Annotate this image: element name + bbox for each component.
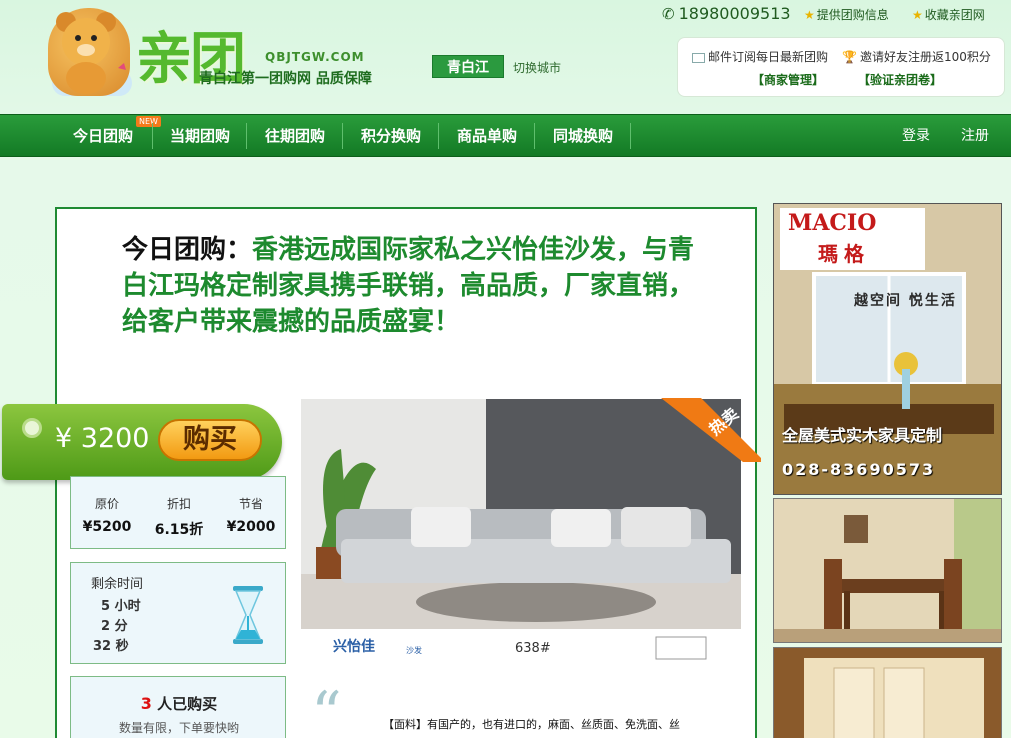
hot-sale-ribbon: 热卖 [661,398,761,462]
site-slogan: 青白江第一团购网 品质保障 [199,71,372,87]
quote-mark-icon: “ [311,679,342,738]
purchase-count: 3 人已购买 [71,693,287,714]
ad-wardrobe[interactable] [773,647,1002,738]
ad-phone: 028-83690573 [782,460,936,479]
merchant-admin-link[interactable]: 【商家管理】 [752,71,824,88]
remaining-seconds: 32 秒 [93,639,129,654]
saving-value: ¥2000 [226,519,276,535]
ad-brand-cn: 瑪格 [818,242,870,266]
buyer-count: 3 [140,694,152,713]
favorite-site-label: 收藏亲团网 [924,8,985,22]
discount-label: 折扣 [166,497,191,511]
ad-dining-room[interactable] [773,498,1002,643]
phone-number: 18980009513 [678,4,791,23]
buyer-count-label: 人已购买 [157,695,218,713]
verify-coupon-link[interactable]: 【验证亲团卷】 [858,71,942,88]
invite-link[interactable]: 🏆 邀请好友注册返100积分 [842,48,991,65]
register-link[interactable]: 注册 [961,115,989,157]
nav-current-deals[interactable]: 当期团购 [154,115,246,157]
switch-city-link[interactable]: 切换城市 [513,59,561,76]
logo-domain: QBJTGW.COM [265,50,365,64]
nav-points-exchange[interactable]: 积分换购 [344,115,438,157]
ad-brand-en: MACIO [788,210,877,236]
product-brand: 兴怡佳 [333,639,375,655]
nav-today-deal[interactable]: 今日团购 [58,115,148,157]
nav-divider [342,123,343,149]
subscribe-label: 邮件订阅每日最新团购 [708,50,829,64]
nav-divider [152,123,153,149]
saving-label: 节省 [238,497,263,511]
deal-title-lead: 今日团购： [122,235,253,265]
price-info-box: 原价 折扣 节省 ¥5200 6.15折 ¥2000 [70,476,286,549]
user-actions-box: 邮件订阅每日最新团购 🏆 邀请好友注册返100积分 【商家管理】 【验证亲团卷】 [677,37,1005,97]
logo-bear-mascot [48,8,130,96]
trophy-icon: 🏆 [842,50,857,64]
discount-value: 6.15折 [154,522,204,538]
mail-icon [692,52,705,63]
deal-price: ¥ 3200 [55,423,150,454]
favorite-site-link[interactable]: ★ 收藏亲团网 [912,6,985,23]
limited-notice: 数量有限，下单要快哟 [118,721,239,735]
provide-deal-label: 提供团购信息 [816,8,889,22]
nav-divider [438,123,439,149]
ad-headline: 全屋美式实木家具定制 [782,426,943,445]
nav-single-purchase[interactable]: 商品单购 [440,115,534,157]
price-tag-hole [22,418,42,438]
current-city-button[interactable]: 青白江 [432,55,504,78]
deal-title[interactable]: 今日团购：香港远成国际家私之兴怡佳沙发，与青白江玛格定制家具携手联销，高品质，厂… [122,232,702,340]
buy-button[interactable]: 购买 [158,419,262,461]
remaining-time-label: 剩余时间 [91,577,144,592]
remaining-minutes: 2 分 [101,619,128,634]
star-icon: ★ [912,7,923,22]
star-icon: ★ [804,7,815,22]
product-description: 【面料】有国产的，也有进口的，麻面、丝质面、免洗面、丝 [383,718,680,731]
ad-slogan: 越空间 悦生活 [854,293,957,309]
hotline: ✆ 18980009513 [662,4,791,23]
original-price-label: 原价 [94,497,119,511]
product-model: 638# [515,641,551,656]
nav-local-exchange[interactable]: 同城换购 [536,115,630,157]
ad-macio-banner[interactable]: MACIO 瑪格 越空间 悦生活 全屋美式实木家具定制 028-83690573 [773,203,1002,495]
hourglass-icon [231,586,265,644]
main-nav: 今日团购 NEW 当期团购 往期团购 积分换购 商品单购 同城换购 登录 注册 [0,114,1011,157]
remaining-hours: 5 小时 [101,599,141,614]
invite-label: 邀请好友注册返100积分 [859,50,991,64]
subscribe-link[interactable]: 邮件订阅每日最新团购 [692,48,828,65]
product-brand-sub: 沙发 [406,646,422,655]
provide-deal-link[interactable]: ★ 提供团购信息 [804,6,889,23]
nav-past-deals[interactable]: 往期团购 [248,115,342,157]
nav-divider [246,123,247,149]
original-price: ¥5200 [82,519,132,535]
phone-icon: ✆ [662,4,675,23]
purchase-count-box: 3 人已购买 数量有限，下单要快哟 [70,676,286,738]
nav-divider [534,123,535,149]
nav-divider [630,123,631,149]
login-link[interactable]: 登录 [902,115,930,157]
